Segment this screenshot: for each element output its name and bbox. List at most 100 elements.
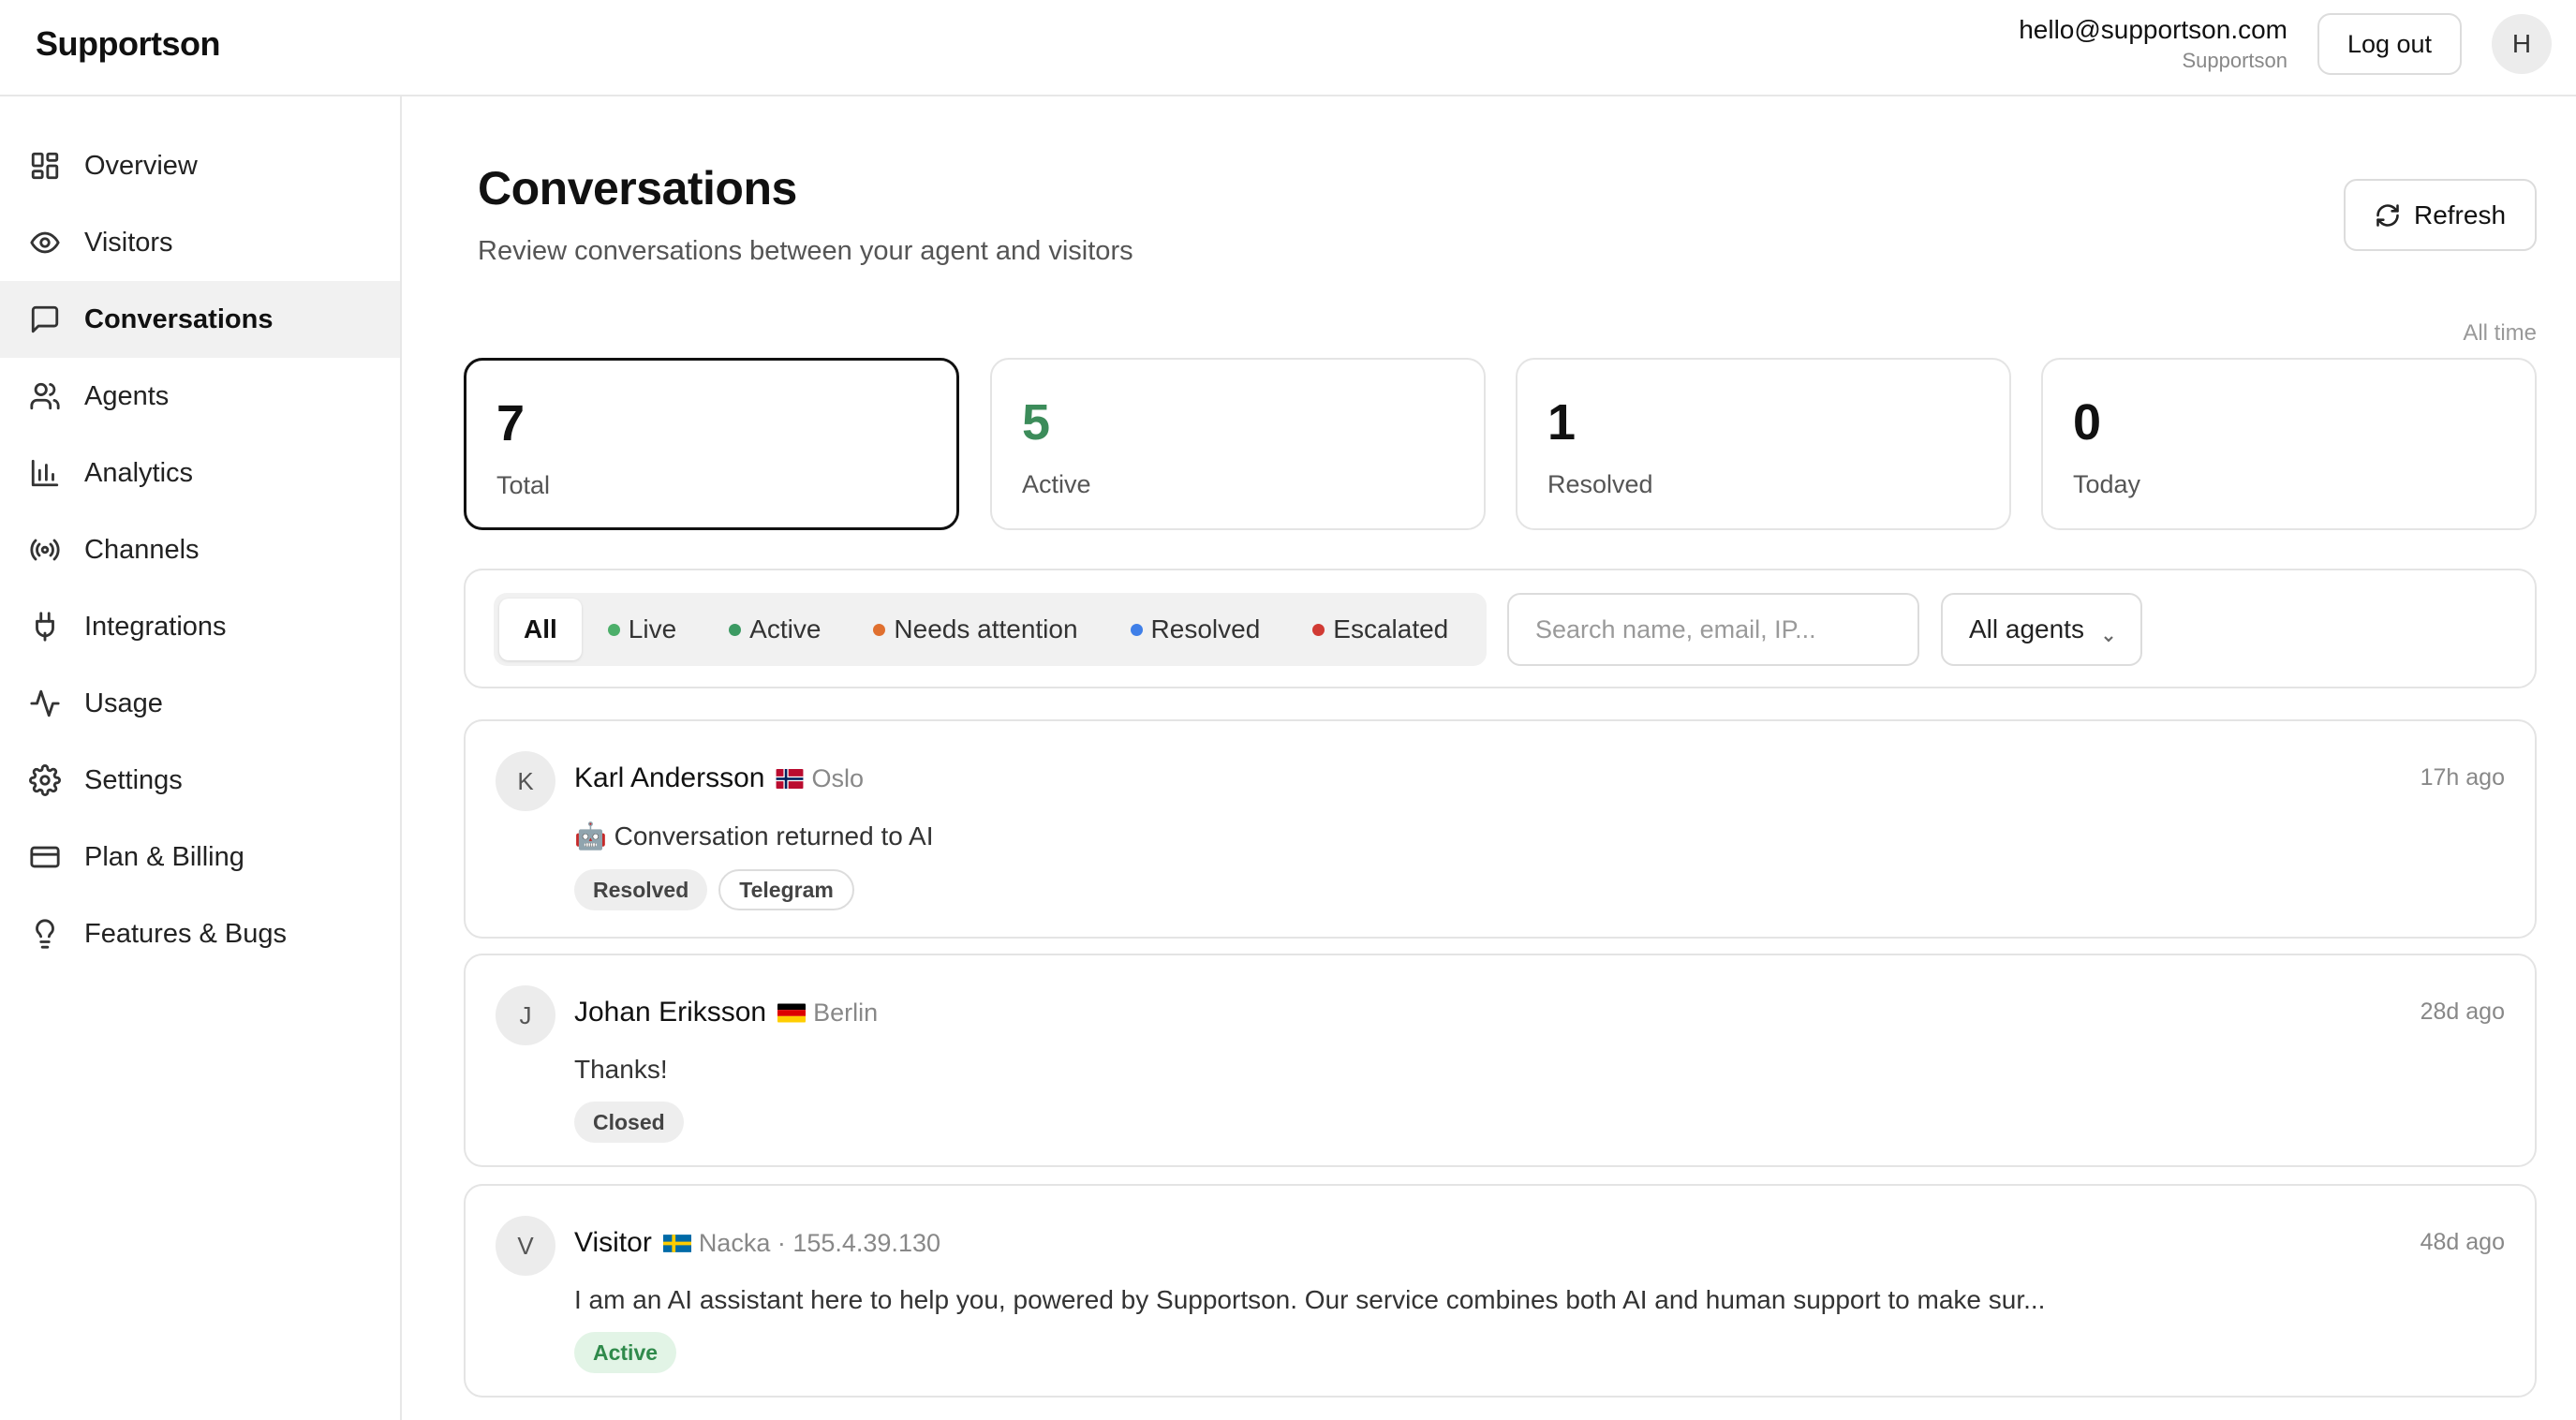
time-range-label[interactable]: All time	[2463, 320, 2537, 347]
activity-icon	[28, 687, 62, 720]
sidebar-item-label: Agents	[84, 380, 170, 411]
filter-tab-label: Resolved	[1150, 614, 1261, 643]
status-dot-icon	[1130, 623, 1143, 636]
sidebar-item-label: Integrations	[84, 611, 227, 642]
visitor-location: Nacka · 155.4.39.130	[698, 1228, 940, 1257]
sidebar-item-agents[interactable]: Agents	[0, 358, 400, 435]
sidebar-item-label: Features & Bugs	[84, 918, 287, 949]
conversation-time: 28d ago	[2420, 998, 2505, 1025]
filter-tab-active[interactable]: Active	[703, 599, 847, 660]
status-badge: Resolved	[574, 869, 708, 910]
filter-tab-live[interactable]: Live	[582, 599, 703, 660]
sidebar: Overview Visitors Conversations Agents A…	[0, 96, 402, 1420]
eye-icon	[28, 226, 62, 259]
logout-button[interactable]: Log out	[2317, 13, 2462, 75]
avatar: K	[496, 751, 555, 811]
status-badge: Active	[574, 1332, 677, 1373]
filter-tab-label: Live	[628, 614, 677, 643]
refresh-icon	[2376, 203, 2399, 227]
sidebar-item-analytics[interactable]: Analytics	[0, 435, 400, 511]
filter-tab-label: All	[524, 614, 557, 643]
filter-tab-escalated[interactable]: Escalated	[1286, 599, 1474, 660]
users-icon	[28, 379, 62, 413]
avatar: V	[496, 1216, 555, 1276]
sidebar-item-label: Conversations	[84, 303, 274, 334]
avatar: J	[496, 985, 555, 1045]
stat-value: 0	[2073, 394, 2102, 451]
germany-flag-icon	[777, 1003, 807, 1023]
user-info: hello@supportson.com Supportson	[2019, 15, 2287, 73]
stat-card-today[interactable]: 0 Today	[2041, 358, 2537, 530]
sidebar-item-channels[interactable]: Channels	[0, 511, 400, 588]
filter-tab-resolved[interactable]: Resolved	[1104, 599, 1287, 660]
sidebar-item-label: Channels	[84, 534, 200, 565]
filter-tab-all[interactable]: All	[499, 599, 582, 660]
conversation-header: Johan Eriksson Berlin	[574, 997, 878, 1028]
sidebar-item-label: Visitors	[84, 227, 173, 258]
top-bar: Supportson hello@supportson.com Supports…	[0, 0, 2576, 96]
sidebar-item-settings[interactable]: Settings	[0, 742, 400, 819]
sidebar-item-overview[interactable]: Overview	[0, 127, 400, 204]
stat-card-resolved[interactable]: 1 Resolved	[1516, 358, 2011, 530]
sidebar-item-label: Settings	[84, 764, 183, 795]
sidebar-item-plan-billing[interactable]: Plan & Billing	[0, 819, 400, 895]
stat-label: Active	[1022, 470, 1091, 498]
conversation-item[interactable]: K Karl Andersson Oslo 17h ago 🤖 Conversa…	[464, 719, 2537, 939]
filter-panel: All Live Active Needs attention Resolved…	[464, 569, 2537, 688]
message-square-icon	[28, 303, 62, 336]
filter-tab-label: Escalated	[1333, 614, 1449, 643]
conversation-time: 48d ago	[2420, 1229, 2505, 1255]
stat-value: 7	[496, 395, 526, 451]
conversation-preview: Thanks!	[574, 1055, 668, 1084]
conversation-badges: Resolved Telegram	[574, 869, 866, 910]
stat-card-active[interactable]: 5 Active	[990, 358, 1486, 530]
visitor-location: Berlin	[813, 998, 879, 1027]
status-badge: Closed	[574, 1102, 684, 1143]
filter-tab-label: Needs attention	[894, 614, 1078, 643]
user-avatar[interactable]: H	[2492, 14, 2552, 74]
sidebar-item-integrations[interactable]: Integrations	[0, 588, 400, 665]
visitor-location: Oslo	[811, 763, 864, 792]
filter-tab-label: Active	[749, 614, 822, 643]
chevron-down-icon	[2101, 623, 2116, 643]
status-filter-tabs: All Live Active Needs attention Resolved…	[494, 593, 1487, 666]
sidebar-item-conversations[interactable]: Conversations	[0, 281, 400, 358]
conversation-header: Visitor Nacka · 155.4.39.130	[574, 1227, 940, 1259]
status-dot-icon	[729, 623, 742, 636]
sweden-flag-icon	[662, 1234, 691, 1253]
page-subtitle: Review conversations between your agent …	[478, 236, 1133, 266]
agent-filter-value: All agents	[1969, 614, 2084, 643]
refresh-button[interactable]: Refresh	[2344, 179, 2537, 251]
gear-icon	[28, 763, 62, 797]
sidebar-item-label: Analytics	[84, 457, 194, 488]
brand-logo[interactable]: Supportson	[36, 24, 220, 64]
sidebar-item-features-bugs[interactable]: Features & Bugs	[0, 895, 400, 972]
agent-filter-select[interactable]: All agents	[1941, 593, 2142, 666]
channel-badge: Telegram	[718, 869, 854, 910]
refresh-label: Refresh	[2413, 200, 2507, 229]
visitor-name: Karl Andersson	[574, 762, 765, 793]
filter-tab-needs-attention[interactable]: Needs attention	[847, 599, 1103, 660]
conversation-item[interactable]: J Johan Eriksson Berlin 28d ago Thanks! …	[464, 954, 2537, 1167]
sidebar-item-visitors[interactable]: Visitors	[0, 204, 400, 281]
stat-value: 5	[1022, 394, 1051, 451]
conversation-item[interactable]: V Visitor Nacka · 155.4.39.130 48d ago I…	[464, 1184, 2537, 1398]
sidebar-item-usage[interactable]: Usage	[0, 665, 400, 742]
conversation-badges: Closed	[574, 1102, 695, 1143]
stat-card-total[interactable]: 7 Total	[464, 358, 959, 530]
stat-label: Resolved	[1547, 470, 1653, 498]
conversation-badges: Active	[574, 1332, 688, 1373]
page-title: Conversations	[478, 162, 797, 214]
lightbulb-icon	[28, 917, 62, 951]
conversation-preview: I am an AI assistant here to help you, p…	[574, 1285, 2046, 1314]
visitor-name: Johan Eriksson	[574, 997, 767, 1028]
sidebar-item-label: Overview	[84, 150, 198, 181]
radio-icon	[28, 533, 62, 567]
conversation-preview: 🤖 Conversation returned to AI	[574, 821, 934, 851]
sidebar-item-label: Usage	[84, 688, 163, 718]
layout-grid-icon	[28, 149, 62, 183]
search-input[interactable]	[1507, 593, 1919, 666]
credit-card-icon	[28, 840, 62, 874]
user-org: Supportson	[2182, 49, 2287, 72]
stat-label: Total	[496, 471, 551, 499]
